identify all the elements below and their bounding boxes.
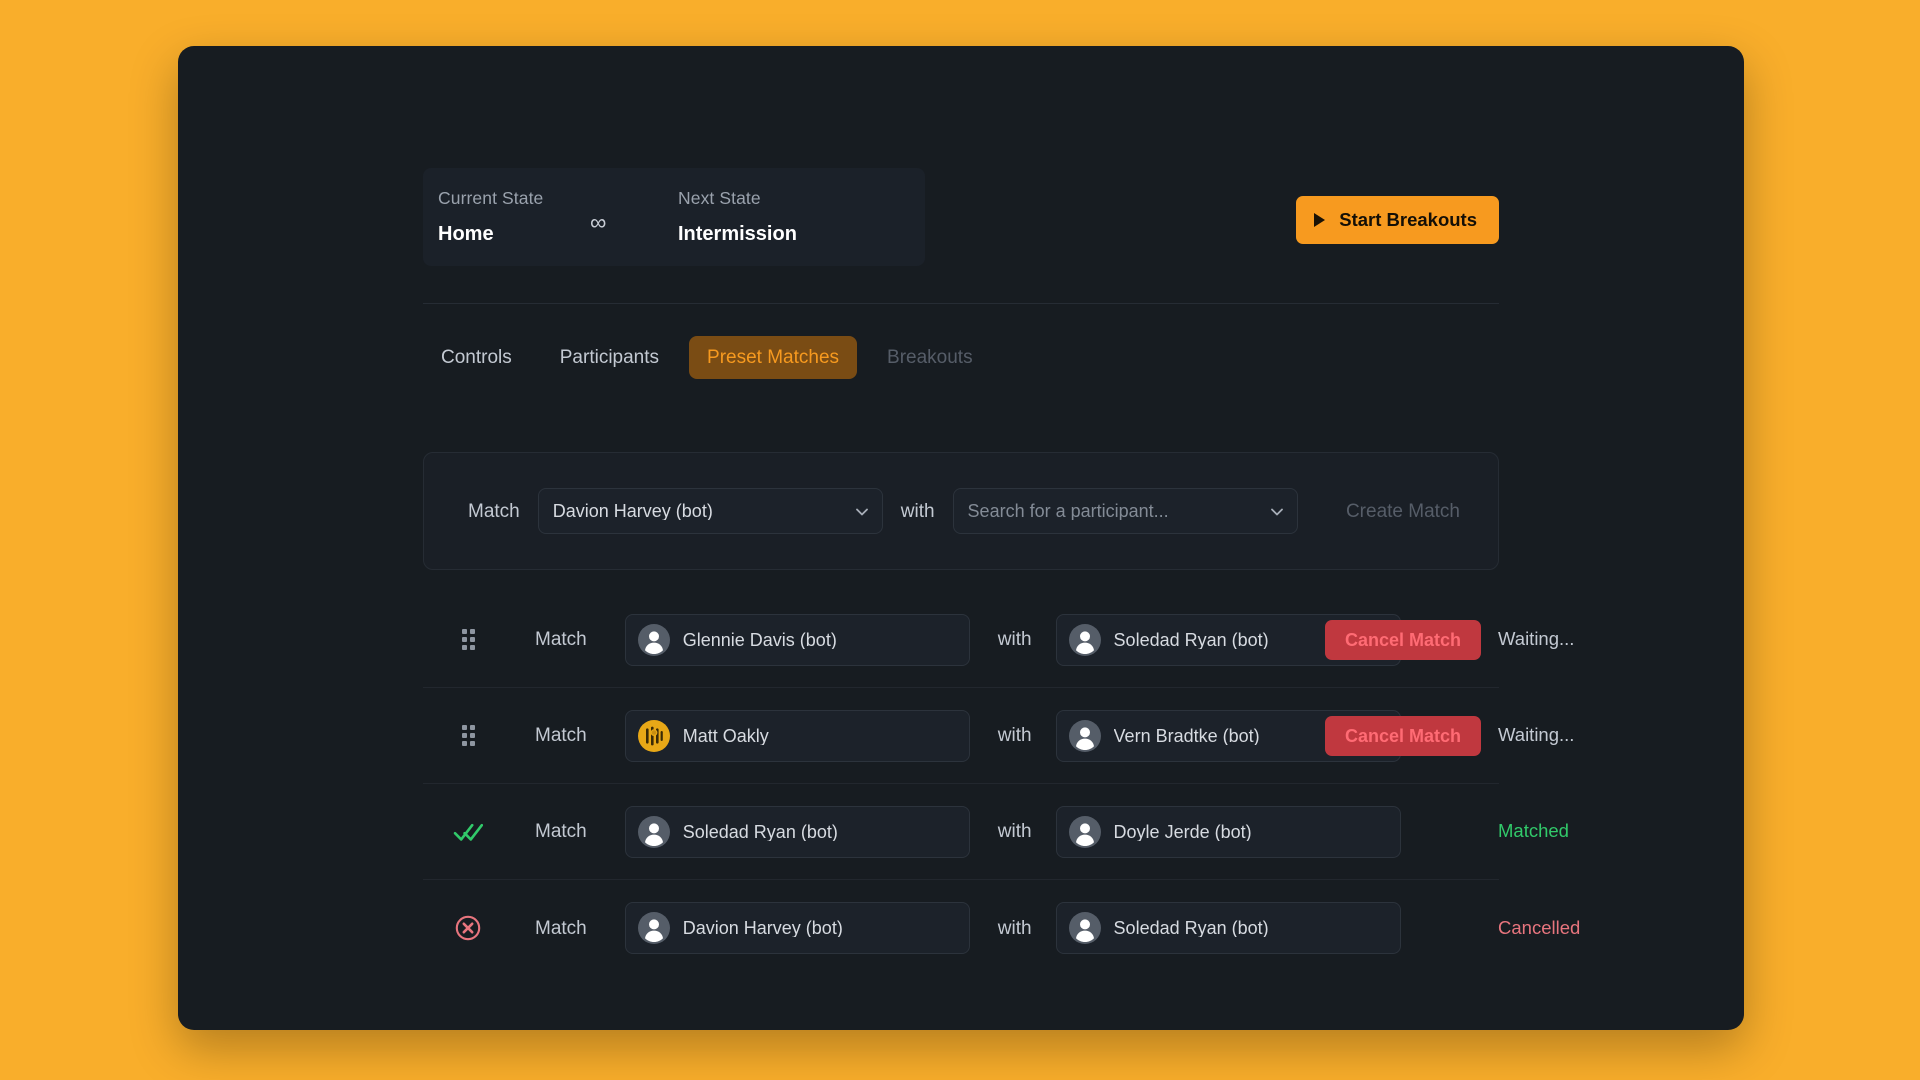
person-avatar-icon [1068,623,1101,656]
participant-chip-a[interactable]: Soledad Ryan (bot) [624,805,970,858]
participant-b-name: Doyle Jerde (bot) [1113,822,1252,841]
bee-avatar-icon [637,719,670,752]
participant-b-name: Soledad Ryan (bot) [1113,919,1269,937]
person-avatar-icon [637,912,670,944]
row-with-label: with [997,917,1032,939]
cancel-match-button[interactable]: Cancel Match [1324,619,1481,660]
tab-breakouts[interactable]: Breakouts [869,336,991,379]
row-with-label: with [997,821,1032,842]
chevron-down-icon [855,508,868,518]
create-match-participant-b-placeholder: Search for a participant... [967,502,1169,520]
tab-participants[interactable]: Participants [542,336,677,379]
tab-bar: Controls Participants Preset Matches Bre… [423,336,991,379]
table-row: Match Matt Oakly with Vern Bradtke (bot)… [423,688,1574,784]
next-state-value: Intermission [678,222,797,245]
participant-chip-a[interactable]: Glennie Davis (bot) [624,613,970,666]
participant-b-name: Vern Bradtke (bot) [1113,726,1260,745]
app-card: Current State Home Next State Intermissi… [178,46,1744,1030]
double-check-icon [453,817,483,847]
participant-a-name: Matt Oakly [682,726,769,745]
tab-preset-matches[interactable]: Preset Matches [689,336,858,379]
next-state-block: Next State Intermission [678,188,797,245]
participant-chip-b[interactable]: Doyle Jerde (bot) [1055,805,1401,858]
status-badge: Waiting... [1498,724,1575,746]
create-match-with-label: with [900,500,935,522]
participant-chip-b[interactable]: Soledad Ryan (bot) [1055,902,1401,954]
row-match-label: Match [535,629,587,650]
create-match-label: Match [468,500,520,522]
row-match-label: Match [535,725,587,746]
participant-a-name: Davion Harvey (bot) [682,919,843,937]
person-avatar-icon [1068,815,1101,848]
cancel-circle-icon [453,913,483,943]
participant-a-name: Glennie Davis (bot) [682,630,837,649]
create-match-participant-b-select[interactable]: Search for a participant... [952,488,1298,534]
current-state-label: Current State [438,188,544,208]
status-badge: Cancelled [1498,916,1581,938]
create-match-participant-a-select[interactable]: Davion Harvey (bot) [537,488,883,534]
state-bar: Current State Home Next State Intermissi… [423,168,925,266]
create-match-button[interactable]: Create Match [1338,492,1468,531]
person-avatar-icon [637,815,670,848]
create-match-participant-a-value: Davion Harvey (bot) [552,502,713,520]
chevron-down-icon [1270,508,1283,518]
card-inner: Current State Home Next State Intermissi… [178,46,1744,1030]
start-breakouts-label: Start Breakouts [1339,208,1477,230]
create-match-panel: Match Davion Harvey (bot) with Search fo… [423,452,1499,570]
table-row: Match Davion Harvey (bot) with Soledad R… [423,880,1580,976]
table-row: Match Glennie Davis (bot) with Soledad R… [423,592,1574,688]
drag-handle-icon[interactable] [453,625,483,655]
row-match-label: Match [535,917,587,939]
header-divider [423,303,1499,304]
participant-chip-a[interactable]: Matt Oakly [624,709,970,762]
person-avatar-icon [1068,912,1101,944]
status-badge: Waiting... [1498,628,1575,650]
current-state-block: Current State Home [438,188,544,245]
drag-handle-icon[interactable] [453,721,483,751]
cancel-match-button[interactable]: Cancel Match [1324,715,1481,756]
current-state-value: Home [438,222,494,245]
create-match-row: Match Davion Harvey (bot) with Search fo… [468,453,1468,569]
tab-controls[interactable]: Controls [423,336,530,379]
participant-a-name: Soledad Ryan (bot) [682,822,838,841]
status-badge: Matched [1498,820,1569,842]
row-match-label: Match [535,821,587,842]
participant-b-name: Soledad Ryan (bot) [1113,630,1269,649]
start-breakouts-button[interactable]: Start Breakouts [1296,196,1499,244]
person-avatar-icon [1068,719,1101,752]
play-icon [1314,213,1326,227]
next-state-label: Next State [678,188,761,208]
person-avatar-icon [637,623,670,656]
table-row: Match Soledad Ryan (bot) with Doyle Jerd… [423,784,1569,880]
match-list: Match Glennie Davis (bot) with Soledad R… [423,592,1580,976]
row-with-label: with [997,629,1032,650]
row-with-label: with [997,725,1032,746]
infinity-icon: ∞ [590,209,607,235]
participant-chip-a[interactable]: Davion Harvey (bot) [624,902,970,954]
